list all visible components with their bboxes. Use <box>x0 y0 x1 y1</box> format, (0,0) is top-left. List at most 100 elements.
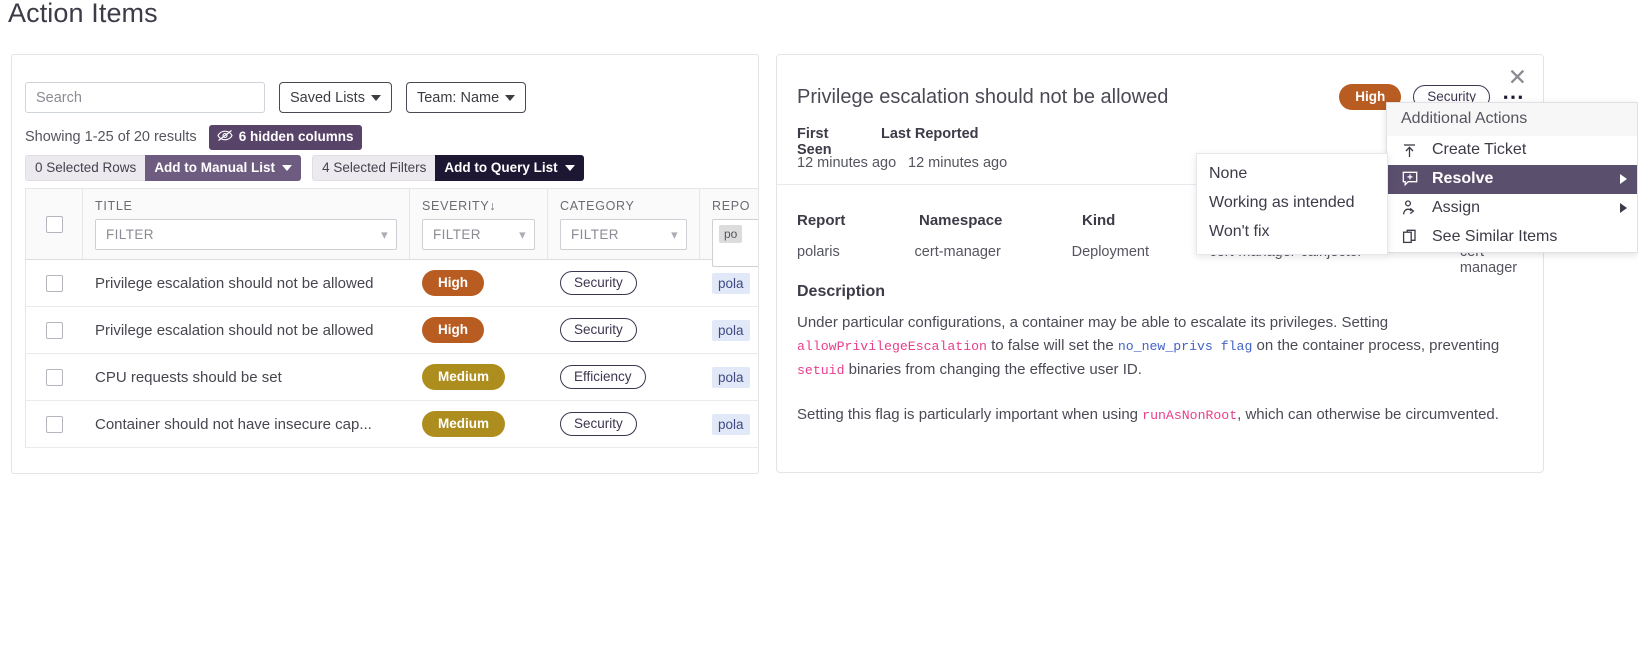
severity-filter-select[interactable]: FILTER ▾ <box>422 219 535 250</box>
report-badge: pola <box>712 319 750 341</box>
desc-text: to false will set the <box>986 337 1118 354</box>
page-title: Action Items <box>8 0 158 28</box>
category-badge: Security <box>560 271 637 295</box>
meta-value-kind: Deployment <box>1071 244 1149 260</box>
first-seen-value: 12 minutes ago <box>797 155 897 171</box>
desc-text: , which can otherwise be circumvented. <box>1237 406 1499 423</box>
category-filter-select[interactable]: FILTER ▾ <box>560 219 687 250</box>
add-to-query-list-button[interactable]: Add to Query List <box>435 155 584 181</box>
submenu-item-wont-fix[interactable]: Won't fix <box>1197 218 1387 247</box>
person-assign-icon <box>1401 200 1418 216</box>
code-run-as-non-root: runAsNonRoot <box>1142 408 1238 423</box>
menu-item-assign[interactable]: Assign <box>1387 194 1637 223</box>
desc-text: binaries from changing the effective use… <box>844 361 1142 378</box>
row-title: Privilege escalation should not be allow… <box>95 321 374 339</box>
add-to-manual-list-button[interactable]: Add to Manual List <box>145 155 302 181</box>
select-all-checkbox[interactable] <box>45 215 63 233</box>
chevron-down-icon <box>282 164 293 171</box>
chevron-down-icon <box>564 164 575 171</box>
category-badge: Security <box>560 412 637 436</box>
row-report: pola <box>700 354 758 400</box>
row-checkbox[interactable] <box>46 274 63 292</box>
selected-rows-count: 0 Selected Rows <box>25 155 146 181</box>
column-report: REPO po <box>700 189 758 267</box>
bulk-actions-row: 0 Selected Rows Add to Manual List 4 Sel… <box>25 155 584 181</box>
code-setuid: setuid <box>797 363 845 378</box>
table-row[interactable]: Container should not have insecure cap..… <box>25 401 758 448</box>
chevron-down-icon: ▾ <box>381 226 388 242</box>
row-checkbox[interactable] <box>46 415 63 433</box>
add-to-query-list-label: Add to Query List <box>444 160 558 175</box>
saved-lists-dropdown[interactable]: Saved Lists <box>279 82 392 113</box>
column-category: CATEGORY FILTER ▾ <box>548 189 700 259</box>
desc-text: Setting this flag is particularly import… <box>797 406 1143 423</box>
meta-header-report: Report <box>797 212 846 229</box>
report-badge: pola <box>712 272 750 294</box>
select-all-header <box>26 189 83 259</box>
chevron-down-icon: ▾ <box>671 226 678 242</box>
row-checkbox[interactable] <box>46 321 63 339</box>
code-allow-privilege-escalation: allowPrivilegeEscalation <box>797 339 987 354</box>
query-list-group: 4 Selected Filters Add to Query List <box>312 155 584 181</box>
row-category: Efficiency <box>548 354 700 400</box>
column-category-label: CATEGORY <box>560 199 635 213</box>
severity-badge: Medium <box>422 364 506 390</box>
category-badge: Efficiency <box>560 365 646 389</box>
description-paragraph-2: Setting this flag is particularly import… <box>797 403 1521 427</box>
row-report: pola <box>700 401 758 447</box>
timestamps-values: 12 minutes ago 12 minutes ago <box>797 155 1007 171</box>
row-title: Privilege escalation should not be allow… <box>95 274 374 292</box>
title-filter-value: FILTER <box>106 227 154 242</box>
menu-item-see-similar-items[interactable]: See Similar Items <box>1387 223 1637 252</box>
chevron-down-icon <box>505 94 516 101</box>
description-heading: Description <box>797 283 886 300</box>
report-badge: pola <box>712 366 750 388</box>
row-select-cell <box>26 307 83 353</box>
desc-text: Under particular configurations, a conta… <box>797 314 1389 331</box>
row-checkbox[interactable] <box>46 368 63 386</box>
table-row[interactable]: Privilege escalation should not be allow… <box>25 260 758 307</box>
row-select-cell <box>26 401 83 447</box>
table-row[interactable]: Privilege escalation should not be allow… <box>25 307 758 354</box>
column-title-label: TITLE <box>95 199 133 213</box>
hidden-columns-badge[interactable]: 6 hidden columns <box>208 125 363 150</box>
search-input[interactable] <box>25 82 265 113</box>
column-report-label: REPO <box>712 199 751 213</box>
upload-arrow-icon <box>1401 143 1418 158</box>
severity-badge: Medium <box>422 411 506 437</box>
code-no-new-privs: no_new_privs flag <box>1117 339 1253 354</box>
resolve-submenu: None Working as intended Won't fix <box>1196 153 1388 255</box>
submenu-item-working-as-intended[interactable]: Working as intended <box>1197 189 1387 218</box>
column-title: TITLE FILTER ▾ <box>83 189 410 259</box>
table-row[interactable]: CPU requests should be set Medium Effici… <box>25 354 758 401</box>
row-severity: Medium <box>410 354 548 400</box>
menu-item-label: Assign <box>1432 199 1481 216</box>
title-filter-select[interactable]: FILTER ▾ <box>95 219 397 250</box>
last-reported-value: 12 minutes ago <box>908 155 1008 171</box>
table-header-row: TITLE FILTER ▾ SEVERITY↓ FILTER ▾ CATEGO… <box>25 188 758 267</box>
row-title: CPU requests should be set <box>95 368 282 386</box>
manual-list-group: 0 Selected Rows Add to Manual List <box>25 155 302 181</box>
team-filter-dropdown[interactable]: Team: Name <box>405 82 527 113</box>
column-severity-label: SEVERITY↓ <box>422 199 497 213</box>
meta-value-report: polaris <box>797 244 840 260</box>
description-paragraph-1: Under particular configurations, a conta… <box>797 311 1521 382</box>
category-badge: Security <box>560 318 637 342</box>
severity-badge: High <box>422 270 484 296</box>
menu-item-resolve[interactable]: Resolve <box>1387 165 1637 194</box>
submenu-item-none[interactable]: None <box>1197 160 1387 189</box>
chevron-right-icon <box>1620 203 1627 213</box>
report-filter-tag: po <box>719 225 743 243</box>
meta-value-namespace: cert-manager <box>914 244 1001 260</box>
menu-item-create-ticket[interactable]: Create Ticket <box>1387 136 1637 165</box>
showing-results-text: Showing 1-25 of 20 results <box>25 129 197 146</box>
severity-badge: High <box>422 317 484 343</box>
severity-filter-value: FILTER <box>433 227 481 242</box>
row-category: Security <box>548 307 700 353</box>
eye-slash-icon <box>217 129 233 145</box>
description-body: Under particular configurations, a conta… <box>797 311 1521 448</box>
row-category: Security <box>548 260 700 306</box>
team-filter-label: Team: Name <box>416 89 500 106</box>
timestamps-header: First Seen Last Reported <box>797 126 979 158</box>
action-items-table-card: Saved Lists Team: Name Showing 1-25 of 2… <box>11 54 759 474</box>
